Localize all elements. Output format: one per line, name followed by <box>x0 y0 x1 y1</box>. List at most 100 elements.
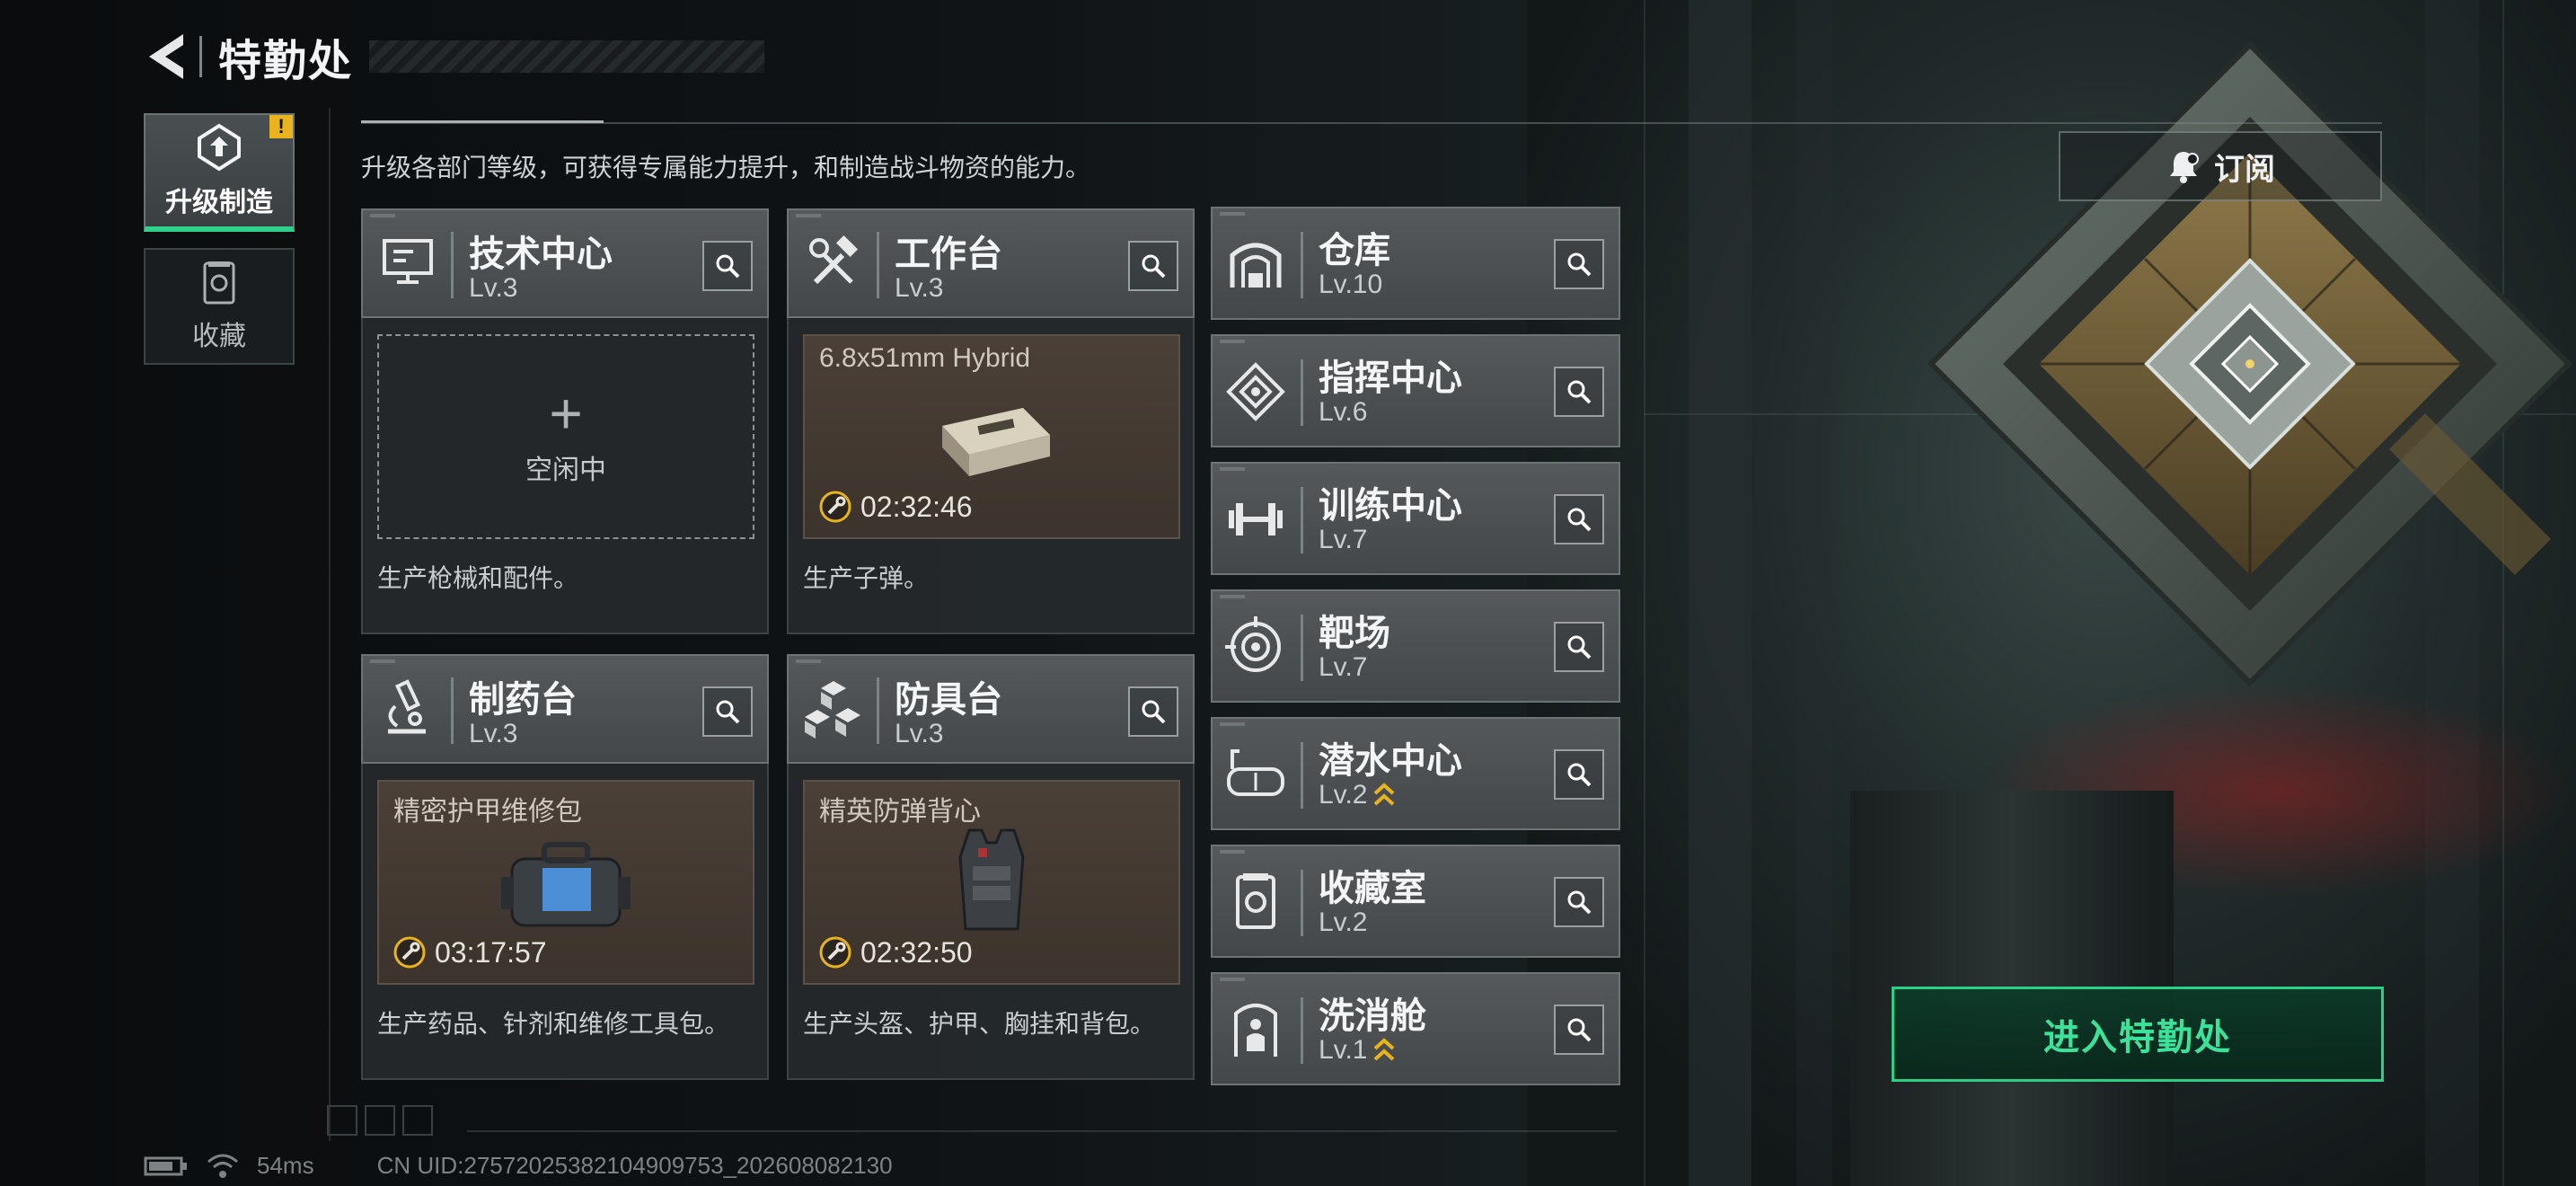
wrench-timer-icon <box>819 936 851 969</box>
workshop-level: Lv.3 <box>469 273 518 303</box>
page-header: 特勤处 <box>144 25 765 88</box>
search-button[interactable] <box>1554 749 1604 800</box>
subscribe-label: 订阅 <box>2214 152 2275 187</box>
facility-name: 收藏室 <box>1319 869 1426 908</box>
facility-item-decon-chamber[interactable]: 洗消舱 Lv.1 <box>1211 972 1620 1085</box>
title-decoration <box>369 40 765 73</box>
search-icon <box>1142 254 1166 279</box>
search-button[interactable] <box>1554 239 1604 289</box>
search-icon <box>1567 508 1592 532</box>
tools-icon <box>809 235 859 285</box>
search-button[interactable] <box>1554 1005 1604 1055</box>
workshop-body-pharmacy: 精密护甲维修包 03:17:57 生产药品、针剂和维修工具包。 <box>361 764 769 1080</box>
item-name: 精密护甲维修包 <box>393 797 582 827</box>
facility-level: Lv.6 <box>1319 397 1368 427</box>
upgrade-craft-icon <box>198 123 241 172</box>
search-button[interactable] <box>1554 877 1604 927</box>
add-icon: + <box>549 381 583 446</box>
sidebar-item-upgrade-craft[interactable]: ! 升级制造 <box>144 113 295 232</box>
facility-level: Lv.7 <box>1319 652 1368 682</box>
search-button[interactable] <box>1554 622 1604 672</box>
search-button[interactable] <box>1554 494 1604 544</box>
facility-level: Lv.10 <box>1319 270 1383 299</box>
facility-item-shooting-range[interactable]: 靶场 Lv.7 <box>1211 589 1620 703</box>
production-slot-active[interactable]: 6.8x51mm Hybrid 02:32:46 <box>803 334 1180 539</box>
bottom-divider <box>467 1130 1617 1132</box>
search-button[interactable] <box>1554 367 1604 417</box>
decon-icon <box>1234 1004 1277 1057</box>
enter-button-label: 进入特勤处 <box>2043 1018 2232 1058</box>
warehouse-icon <box>1230 243 1282 288</box>
workshop-name: 技术中心 <box>469 235 613 274</box>
subscribe-button[interactable]: 订阅 <box>2059 131 2382 201</box>
facility-name: 潜水中心 <box>1319 741 1462 781</box>
facility-item-training-center[interactable]: 训练中心 Lv.7 <box>1211 462 1620 575</box>
search-button[interactable] <box>702 241 753 291</box>
monitor-icon <box>383 239 433 284</box>
enter-special-ops-button[interactable]: 进入特勤处 <box>1892 987 2384 1082</box>
search-icon <box>1567 890 1592 915</box>
workshop-description: 生产头盔、护甲、胸挂和背包。 <box>803 1010 1156 1038</box>
workshop-description: 生产药品、针剂和维修工具包。 <box>377 1010 730 1038</box>
search-icon <box>1567 252 1592 277</box>
facility-level: Lv.1 <box>1319 1035 1396 1066</box>
workshop-card-tech-center[interactable]: 技术中心 Lv.3 <box>361 208 769 318</box>
workshop-card-pharmacy[interactable]: 制药台 Lv.3 <box>361 654 769 764</box>
bottom-decoration <box>327 1105 433 1136</box>
boxes-icon <box>805 681 860 739</box>
facility-level: Lv.7 <box>1319 525 1368 554</box>
workshop-card-workbench[interactable]: 工作台 Lv.3 <box>787 208 1195 318</box>
sidebar-item-collection[interactable]: 收藏 <box>144 248 295 365</box>
production-slot-active[interactable]: 精英防弹背心 02:32:50 <box>803 780 1180 985</box>
timer-text: 02:32:50 <box>860 935 973 969</box>
top-divider <box>361 122 2382 124</box>
production-timer: 03:17:57 <box>392 934 547 970</box>
top-divider-accent <box>361 120 604 123</box>
page-subtitle: 升级各部门等级，可获得专属能力提升，和制造战斗物资的能力。 <box>361 154 1091 181</box>
wrench-timer-icon <box>819 491 851 523</box>
workshop-card-armor[interactable]: 防具台 Lv.3 <box>787 654 1195 764</box>
status-bar: 54ms CN UID:27572025382104909753_2026080… <box>144 1152 893 1180</box>
dumbbell-icon <box>1229 503 1283 535</box>
facility-level: Lv.2 <box>1319 780 1396 810</box>
search-icon <box>1567 380 1592 404</box>
facility-name: 洗消舱 <box>1319 996 1426 1036</box>
collection-icon <box>1236 873 1275 929</box>
ammo-box-image <box>942 408 1050 476</box>
facility-item-command-center[interactable]: 指挥中心 Lv.6 <box>1211 334 1620 447</box>
workshop-level: Lv.3 <box>469 719 518 748</box>
facility-name: 指挥中心 <box>1319 358 1462 398</box>
alert-badge: ! <box>269 115 293 138</box>
workshop-body-workbench: 6.8x51mm Hybrid 02:32:46 生产子弹。 <box>787 318 1195 634</box>
microscope-icon <box>388 679 426 734</box>
search-icon <box>716 254 740 279</box>
workshop-body-armor: 精英防弹背心 02:32:50 生产头盔、护甲、胸挂和背包。 <box>787 764 1195 1080</box>
search-button[interactable] <box>702 686 753 737</box>
workshop-body-tech-center: + 空闲中 生产枪械和配件。 <box>361 318 769 634</box>
diving-mask-icon <box>1227 749 1284 796</box>
page-title: 特勤处 <box>218 38 354 85</box>
target-icon <box>1225 616 1281 672</box>
search-button[interactable] <box>1128 241 1178 291</box>
workshop-name: 制药台 <box>469 680 577 720</box>
facility-item-warehouse[interactable]: 仓库 Lv.10 <box>1211 207 1620 320</box>
facility-item-collection-room[interactable]: 收藏室 Lv.2 <box>1211 845 1620 958</box>
facility-item-diving-center[interactable]: 潜水中心 Lv.2 <box>1211 717 1620 830</box>
back-arrow-icon[interactable] <box>144 31 189 83</box>
wrench-timer-icon <box>393 936 426 969</box>
idle-label: 空闲中 <box>525 456 606 485</box>
workshop-level: Lv.3 <box>895 273 944 303</box>
workshop-description: 生产子弹。 <box>803 564 930 592</box>
production-slot-active[interactable]: 精密护甲维修包 03:17:57 <box>377 780 754 985</box>
header-divider <box>199 36 202 77</box>
bell-icon <box>2170 152 2199 183</box>
upgrade-chevron-icon <box>1374 1038 1395 1061</box>
uid-text: CN UID:27572025382104909753_202608082130 <box>376 1152 893 1179</box>
item-name: 6.8x51mm Hybrid <box>819 343 1031 373</box>
ping-text: 54ms <box>257 1152 314 1179</box>
search-icon <box>1567 635 1592 659</box>
search-button[interactable] <box>1128 686 1178 737</box>
production-slot-idle[interactable]: + 空闲中 <box>377 334 754 539</box>
facility-level: Lv.2 <box>1319 907 1368 937</box>
facility-name: 训练中心 <box>1319 486 1462 526</box>
